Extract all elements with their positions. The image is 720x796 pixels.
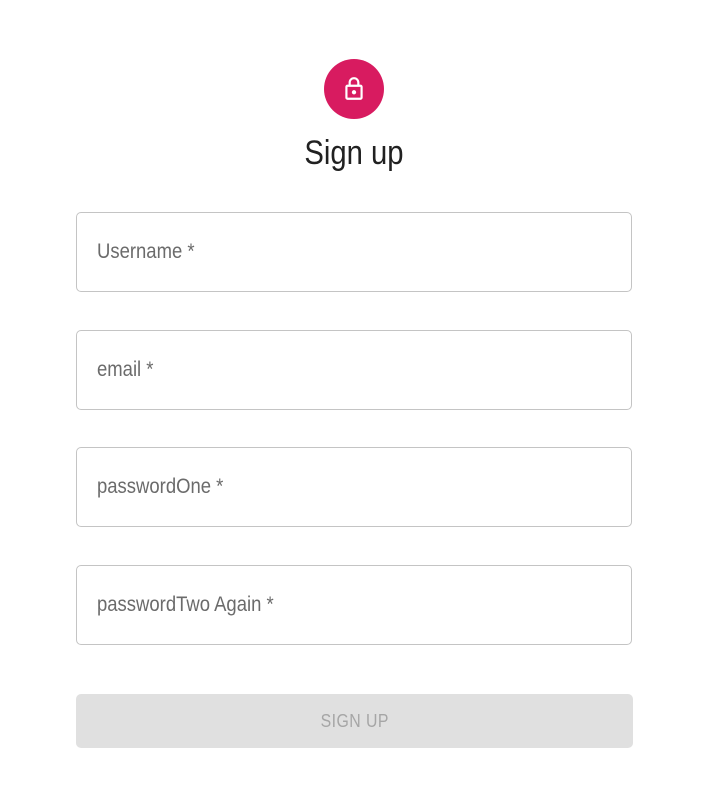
signup-page: Sign up Username * email * passwordOne *… — [0, 0, 720, 796]
password-field[interactable]: passwordOne * — [76, 447, 632, 527]
page-title: Sign up — [304, 134, 404, 172]
password-label: passwordOne * — [97, 475, 224, 498]
username-field[interactable]: Username * — [76, 212, 632, 292]
username-label: Username * — [97, 240, 195, 263]
password-confirm-field[interactable]: passwordTwo Again * — [76, 565, 632, 645]
lock-icon — [341, 76, 367, 102]
email-field[interactable]: email * — [76, 330, 632, 410]
sign-up-button[interactable]: SIGN UP — [76, 694, 633, 748]
email-label: email * — [97, 358, 154, 381]
avatar — [324, 59, 384, 119]
sign-up-button-label: SIGN UP — [320, 710, 389, 731]
password-confirm-label: passwordTwo Again * — [97, 593, 274, 616]
